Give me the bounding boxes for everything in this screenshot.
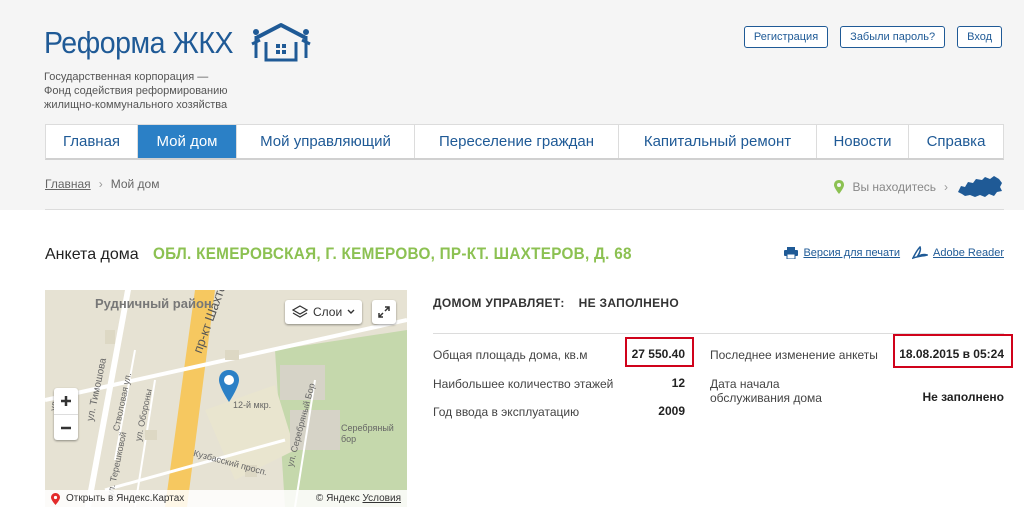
breadcrumb-current: Мой дом (110, 177, 160, 191)
tagline: Государственная корпорация — Фонд содейс… (44, 71, 228, 111)
title-row: Анкета дома ОБЛ. КЕМЕРОВСКАЯ, Г. КЕМЕРОВ… (45, 244, 685, 264)
house-marker-icon[interactable] (219, 370, 239, 402)
nav-item-capital-repair[interactable]: Капитальный ремонт (619, 125, 817, 158)
house-map[interactable]: Рудничный район пр-кт Шахтеров 12-й мкр.… (45, 290, 407, 507)
map-layers-button[interactable]: Слои (285, 300, 363, 324)
yandex-pin-icon (51, 492, 60, 505)
location-label: Вы находитесь (852, 180, 936, 194)
print-version-link[interactable]: Версия для печати (784, 246, 900, 260)
house-people-icon (250, 23, 311, 62)
manager-info: ДОМОМ УПРАВЛЯЕТ: НЕ ЗАПОЛНЕНО (433, 296, 679, 310)
expand-icon (378, 306, 390, 318)
minus-icon (61, 426, 71, 429)
nav-item-my-house[interactable]: Мой дом (138, 125, 237, 158)
map-zoom-control (54, 388, 78, 440)
layers-icon (292, 305, 308, 318)
auth-buttons: Регистрация Забыли пароль? Вход (743, 26, 1002, 48)
main-nav: Главная Мой дом Мой управляющий Переселе… (45, 124, 1004, 160)
map-label-bor: Серебряный бор (341, 423, 394, 444)
managed-by-label: ДОМОМ УПРАВЛЯЕТ: (433, 296, 565, 310)
map-pin-icon (834, 180, 845, 194)
house-address: ОБЛ. КЕМЕРОВСКАЯ, Г. КЕМЕРОВО, ПР-КТ. ША… (152, 244, 632, 263)
nav-item-my-manager[interactable]: Мой управляющий (237, 125, 415, 158)
zoom-in-button[interactable] (54, 388, 78, 414)
plus-icon (61, 396, 71, 406)
forgot-password-button[interactable]: Забыли пароль? (840, 26, 946, 48)
floors-value: 12 (671, 376, 685, 390)
map-district-label: Рудничный район (95, 296, 212, 311)
map-terms-link[interactable]: Условия (362, 493, 401, 504)
last-change-label: Последнее изменение анкеты (710, 348, 878, 362)
map-layers-label: Слои (313, 305, 343, 319)
adobe-reader-icon (912, 246, 929, 260)
year-value: 2009 (658, 404, 685, 418)
chevron-down-icon (347, 309, 355, 314)
nav-item-news[interactable]: Новости (817, 125, 909, 158)
logo[interactable]: Реформа ЖКХ (44, 22, 314, 64)
header-divider (45, 209, 1004, 210)
location-selector[interactable]: Вы находитесь › (834, 174, 1004, 200)
map-fullscreen-button[interactable] (372, 300, 396, 324)
location-separator: › (944, 180, 948, 194)
managed-by-value: НЕ ЗАПОЛНЕНО (578, 296, 680, 310)
service-start-value: Не заполнено (922, 390, 1004, 404)
map-copyright: © Яндекс Условия (315, 493, 401, 504)
area-label: Общая площадь дома, кв.м (433, 348, 588, 362)
nav-item-resettlement[interactable]: Переселение граждан (415, 125, 619, 158)
russia-map-icon[interactable] (956, 174, 1004, 200)
login-button[interactable]: Вход (957, 26, 1002, 48)
register-button[interactable]: Регистрация (743, 26, 829, 48)
print-links: Версия для печати Adobe Reader (784, 246, 1004, 260)
floors-label: Наибольшее количество этажей (433, 377, 614, 391)
logo-text: Реформа ЖКХ (44, 25, 234, 60)
open-yandex-maps-link[interactable]: Открыть в Яндекс.Картах (51, 492, 184, 505)
service-start-label: Дата начала обслуживания дома (710, 377, 822, 405)
nav-item-home[interactable]: Главная (46, 125, 138, 158)
last-change-highlight-box (893, 334, 1013, 368)
adobe-reader-link[interactable]: Adobe Reader (912, 246, 1004, 260)
breadcrumb-home-link[interactable]: Главная (45, 177, 91, 191)
area-highlight-box (625, 337, 694, 367)
year-label: Год ввода в эксплуатацию (433, 405, 580, 419)
breadcrumb-separator: › (98, 177, 103, 191)
breadcrumb: Главная › Мой дом (45, 177, 159, 191)
map-footer: Открыть в Яндекс.Картах © Яндекс Условия (45, 490, 407, 507)
nav-item-help[interactable]: Справка (909, 125, 1003, 158)
page-title: Анкета дома (45, 246, 139, 263)
printer-icon (784, 247, 799, 259)
zoom-out-button[interactable] (54, 414, 78, 440)
header-area: Реформа ЖКХ Государственная корпорация —… (0, 0, 1024, 210)
